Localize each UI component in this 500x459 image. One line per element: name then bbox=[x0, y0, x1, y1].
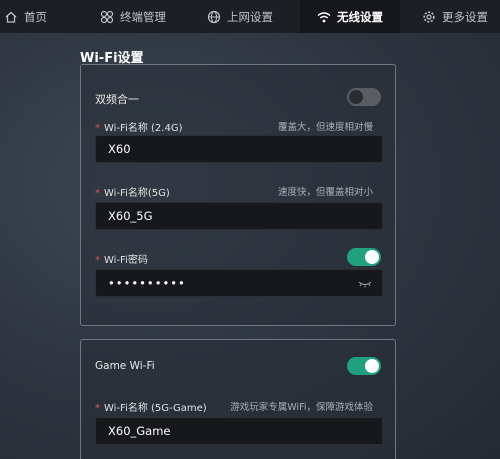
eye-closed-icon[interactable] bbox=[358, 278, 372, 288]
password-value: •••••••••• bbox=[108, 276, 186, 290]
game-wifi-toggle[interactable] bbox=[347, 357, 381, 375]
game-wifi-card: Game Wi-Fi * Wi-Fi名称 (5G-Game) 游戏玩家专属WiFi… bbox=[80, 339, 396, 459]
nav-devices[interactable]: 终端管理 bbox=[100, 0, 166, 33]
wifi-icon bbox=[317, 10, 331, 24]
ssid-game-label: * Wi-Fi名称 (5G-Game) bbox=[95, 399, 207, 414]
password-label: * Wi-Fi密码 bbox=[95, 251, 148, 266]
password-label-text: Wi-Fi密码 bbox=[104, 255, 148, 266]
nav-internet-label: 上网设置 bbox=[227, 9, 273, 24]
ssid-24-hint: 覆盖大，但速度相对慢 bbox=[277, 122, 373, 133]
ssid-5-value: X60_5G bbox=[108, 209, 153, 223]
toggle-knob bbox=[365, 250, 379, 264]
ssid-game-input[interactable]: X60_Game bbox=[95, 417, 383, 445]
required-star: * bbox=[95, 255, 100, 266]
ssid-5-label-text: Wi-Fi名称(5G) bbox=[104, 188, 170, 199]
required-star: * bbox=[95, 403, 100, 414]
required-star: * bbox=[95, 123, 100, 134]
ssid-24-label: * Wi-Fi名称 (2.4G) bbox=[95, 119, 183, 134]
toggle-knob bbox=[365, 359, 379, 373]
nav-more-label: 更多设置 bbox=[442, 9, 488, 24]
globe-icon bbox=[207, 10, 221, 24]
required-star: * bbox=[95, 188, 100, 199]
ssid-24-label-text: Wi-Fi名称 (2.4G) bbox=[104, 123, 183, 134]
ssid-game-value: X60_Game bbox=[108, 424, 171, 438]
ssid-5-hint: 速度快，但覆盖相对小 bbox=[277, 187, 373, 198]
nav-wireless[interactable]: 无线设置 bbox=[300, 0, 400, 33]
ssid-24-value: X60 bbox=[108, 142, 131, 156]
ssid-5-input[interactable]: X60_5G bbox=[95, 202, 383, 230]
password-toggle[interactable] bbox=[347, 248, 381, 266]
toggle-knob bbox=[349, 90, 363, 104]
nav-wireless-label: 无线设置 bbox=[337, 9, 383, 24]
game-wifi-label: Game Wi-Fi bbox=[95, 360, 155, 372]
top-nav: 首页 终端管理 上网设置 无线设置 更多设置 bbox=[0, 0, 500, 33]
ssid-game-label-text: Wi-Fi名称 (5G-Game) bbox=[104, 403, 207, 414]
password-input[interactable]: •••••••••• bbox=[95, 269, 383, 297]
ssid-24-input[interactable]: X60 bbox=[95, 135, 383, 163]
devices-icon bbox=[100, 10, 114, 24]
ssid-game-hint: 游戏玩家专属WiFi，保障游戏体验 bbox=[230, 402, 373, 413]
nav-internet[interactable]: 上网设置 bbox=[207, 0, 273, 33]
nav-home-label: 首页 bbox=[24, 9, 47, 24]
nav-home[interactable]: 首页 bbox=[4, 0, 47, 33]
dual-band-toggle[interactable] bbox=[347, 88, 381, 106]
gear-icon bbox=[422, 10, 436, 24]
dual-band-label: 双频合一 bbox=[95, 93, 139, 106]
wifi-settings-card: 双频合一 * Wi-Fi名称 (2.4G) 覆盖大，但速度相对慢 X60 * Wi-… bbox=[80, 64, 396, 326]
ssid-5-label: * Wi-Fi名称(5G) bbox=[95, 184, 170, 199]
nav-devices-label: 终端管理 bbox=[120, 9, 166, 24]
home-icon bbox=[4, 10, 18, 24]
nav-more[interactable]: 更多设置 bbox=[422, 0, 488, 33]
